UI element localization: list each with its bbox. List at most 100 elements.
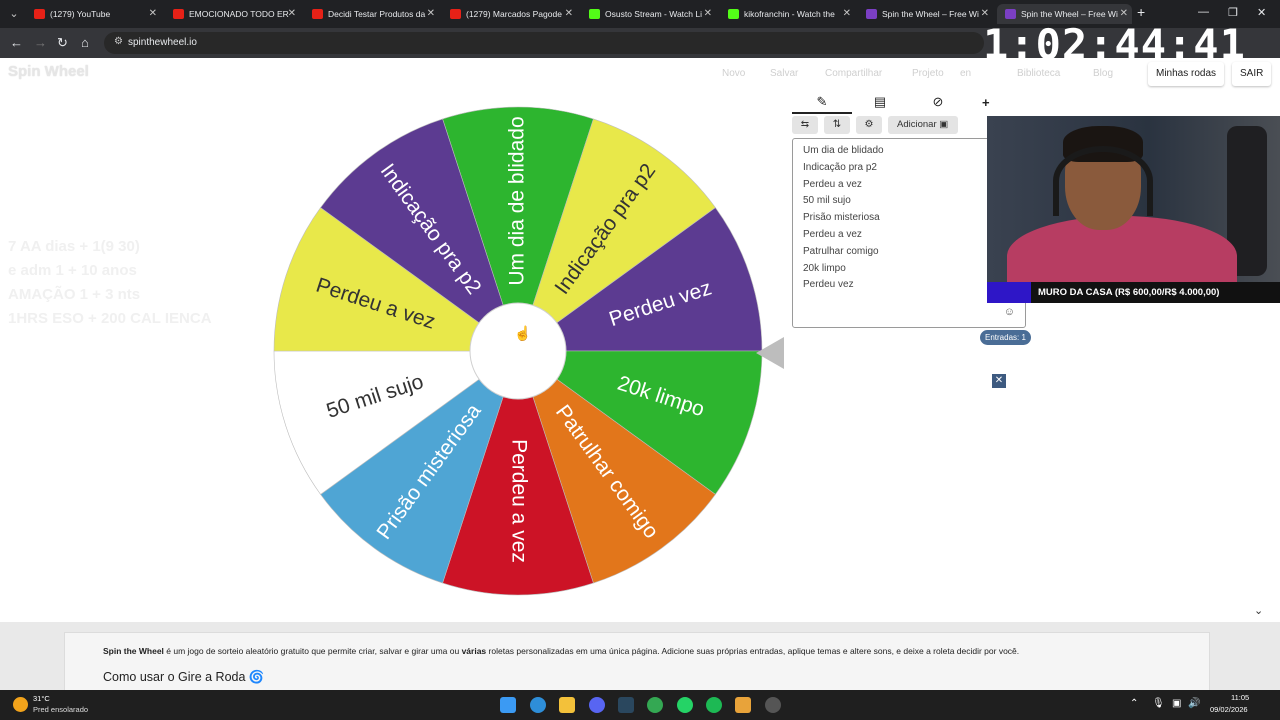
minimize-icon[interactable]: —: [1198, 6, 1209, 18]
obs-icon[interactable]: [765, 697, 781, 713]
site-info-icon[interactable]: ⚙: [114, 36, 123, 47]
how-to-heading: Como usar o Gire a Roda 🌀: [103, 670, 265, 684]
browser-tab[interactable]: Osusto Stream - Watch Li ✕: [581, 4, 716, 24]
info-card: Spin the Wheel é um jogo de sorteio alea…: [64, 632, 1210, 692]
webcam-overlay: [987, 116, 1280, 282]
tab-edit[interactable]: ✎: [792, 94, 852, 114]
app-icon[interactable]: [735, 697, 751, 713]
tab-title: Osusto Stream - Watch Li: [605, 9, 702, 19]
new-tab-button[interactable]: +: [1137, 4, 1145, 20]
tab-close-icon[interactable]: ✕: [427, 4, 435, 24]
tab-results[interactable]: ▤: [850, 94, 910, 114]
mic-icon[interactable]: 🎙: [1152, 698, 1165, 709]
goal-text: MURO DA CASA (R$ 600,00/R$ 4.000,00): [1038, 287, 1220, 298]
add-image-button[interactable]: Adicionar ▣: [888, 116, 958, 134]
network-icon[interactable]: ▣: [1172, 698, 1181, 709]
wheel-segment-label: Perdeu a vez: [507, 439, 530, 563]
tray-chevron-icon[interactable]: ⌃: [1130, 698, 1138, 709]
steam-icon[interactable]: [618, 697, 634, 713]
tab-favicon-icon: [1005, 9, 1016, 19]
tab-title: Decidi Testar Produtos da: [328, 9, 426, 19]
file-explorer-icon[interactable]: [559, 697, 575, 713]
overlay-text-3: AMAÇÃO 1 + 3 nts: [8, 286, 141, 303]
weather-temp: 31°C: [33, 694, 50, 703]
chrome-icon[interactable]: [647, 697, 663, 713]
tab-close-icon[interactable]: ✕: [149, 4, 157, 24]
nav-blog[interactable]: Blog: [1093, 68, 1113, 79]
browser-tab[interactable]: kikofranchin - Watch the ✕: [720, 4, 855, 24]
tab-close-icon[interactable]: ✕: [565, 4, 573, 24]
headset-icon: [1053, 146, 1153, 216]
wheel-segment-label: Um dia de blidado: [506, 116, 529, 285]
taskbar: 31°C Pred ensolarado ⌃ 🎙 ▣ 🔊 11:05 09/02…: [0, 690, 1280, 720]
entry-line: Um dia de blidado: [803, 145, 884, 156]
entry-line: Indicação pra p2: [803, 161, 877, 173]
info-description: Spin the Wheel é um jogo de sorteio alea…: [103, 646, 1020, 656]
url-input[interactable]: ⚙ spinthewheel.io: [104, 32, 984, 54]
tab-favicon-icon: [728, 9, 739, 19]
entry-line: Perdeu vez: [803, 279, 854, 291]
clock-time: 11:05: [1231, 693, 1250, 702]
wheel-center-hub[interactable]: [469, 302, 567, 400]
maximize-icon[interactable]: ❐: [1228, 6, 1238, 19]
tab-favicon-icon: [173, 9, 184, 19]
tab-favicon-icon: [312, 9, 323, 19]
spotify-icon[interactable]: [706, 697, 722, 713]
edge-icon[interactable]: [530, 697, 546, 713]
shuffle-icon[interactable]: ⇆: [792, 116, 818, 134]
nav-new[interactable]: Novo: [722, 68, 745, 79]
entry-line: Perdeu a vez: [803, 178, 862, 190]
spin-wheel[interactable]: Um dia de blidado Indicação pra p2Perdeu …: [270, 103, 766, 599]
emoji-icon[interactable]: ☺: [1004, 306, 1015, 318]
reload-icon[interactable]: ↻: [57, 35, 68, 51]
goal-progress-fill: [987, 282, 1031, 303]
tab-hide[interactable]: ⊘: [908, 94, 968, 114]
tab-close-icon[interactable]: ✕: [704, 4, 712, 24]
tab-title: Spin the Wheel – Free Wi: [1021, 9, 1118, 19]
clock-date: 09/02/2026: [1210, 705, 1248, 714]
browser-tab[interactable]: (1279) YouTube ✕: [26, 4, 161, 24]
nav-language[interactable]: en: [960, 68, 971, 79]
my-wheels-button[interactable]: Minhas rodas: [1148, 62, 1225, 86]
logout-button[interactable]: SAIR: [1232, 62, 1272, 86]
discord-icon[interactable]: [589, 697, 605, 713]
tab-title: (1279) Marcados Pagode: [466, 9, 562, 19]
add-wheel-icon[interactable]: +: [982, 95, 990, 110]
scroll-down-icon[interactable]: ⌄: [1254, 604, 1263, 617]
tab-title: EMOCIONADO TODO ER: [189, 9, 289, 19]
editor-tabs: ✎ ▤ ⊘: [792, 92, 986, 114]
stream-goal-bar: MURO DA CASA (R$ 600,00/R$ 4.000,00): [987, 282, 1280, 303]
nav-project[interactable]: Projeto: [912, 68, 944, 79]
sort-icon[interactable]: ⇅: [824, 116, 850, 134]
tab-title: kikofranchin - Watch the: [744, 9, 835, 19]
nav-save[interactable]: Salvar: [770, 68, 798, 79]
tab-close-icon[interactable]: ✕: [843, 4, 851, 24]
close-ad-icon[interactable]: ✕: [992, 374, 1006, 388]
volume-icon[interactable]: 🔊: [1188, 698, 1200, 709]
start-icon[interactable]: [500, 697, 516, 713]
url-text: spinthewheel.io: [128, 37, 197, 48]
nav-library[interactable]: Biblioteca: [1017, 68, 1060, 79]
entry-line: Patrulhar comigo: [803, 245, 879, 257]
tab-favicon-icon: [450, 9, 461, 19]
wheel-pointer-icon: [756, 337, 784, 369]
forward-icon[interactable]: →: [34, 35, 47, 50]
add-button-label: Adicionar: [897, 119, 937, 130]
browser-tab[interactable]: Decidi Testar Produtos da ✕: [304, 4, 439, 24]
browser-tab[interactable]: EMOCIONADO TODO ER ✕: [165, 4, 300, 24]
weather-sun-icon[interactable]: [13, 697, 28, 712]
home-icon[interactable]: ⌂: [81, 35, 89, 50]
nav-share[interactable]: Compartilhar: [825, 68, 882, 79]
browser-tab[interactable]: (1279) Marcados Pagode ✕: [442, 4, 577, 24]
overlay-text-1: 7 AA dias + 1(9 30): [8, 238, 140, 255]
settings-icon[interactable]: ⚙: [856, 116, 882, 134]
tab-search-icon[interactable]: ⌄: [6, 6, 22, 22]
back-icon[interactable]: ←: [10, 35, 23, 50]
site-logo[interactable]: Spin Wheel: [8, 63, 89, 80]
whatsapp-icon[interactable]: [677, 697, 693, 713]
tab-title: (1279) YouTube: [50, 9, 111, 19]
overlay-text-4: 1HRS ESO + 200 CAL IENCA: [8, 310, 212, 327]
tab-close-icon[interactable]: ✕: [288, 4, 296, 24]
browser-tab[interactable]: Spin the Wheel – Free Wi ✕: [858, 4, 993, 24]
close-window-icon[interactable]: ✕: [1257, 6, 1266, 19]
